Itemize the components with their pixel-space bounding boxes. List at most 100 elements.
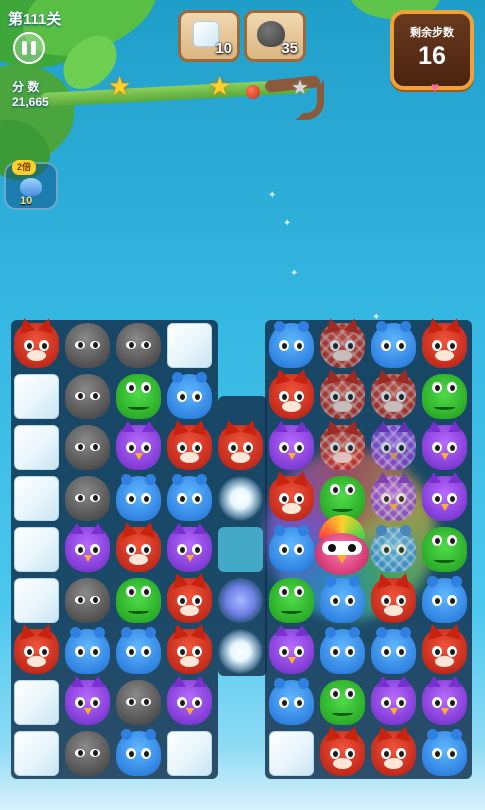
star-empty-icon: ★ bbox=[291, 77, 309, 99]
booster-count: 10 bbox=[20, 195, 33, 207]
goal-count: 35 bbox=[281, 40, 298, 57]
pause-icon-bar bbox=[31, 41, 36, 55]
pause-button[interactable] bbox=[13, 32, 45, 64]
blue-blob-piece[interactable] bbox=[62, 626, 113, 677]
bird-mask bbox=[322, 541, 362, 555]
blue-blob-piece[interactable] bbox=[164, 473, 215, 524]
green-frog-piece[interactable] bbox=[317, 677, 368, 728]
ice-block[interactable] bbox=[11, 473, 62, 524]
blue-blob-piece[interactable] bbox=[113, 473, 164, 524]
red-fox-piece[interactable] bbox=[368, 724, 419, 779]
red-fox-piece[interactable] bbox=[164, 418, 215, 473]
blue-blob-piece[interactable] bbox=[419, 728, 470, 779]
caged-red-fox-piece[interactable] bbox=[317, 418, 368, 473]
caged-purple-owl-piece[interactable] bbox=[368, 472, 419, 524]
gray-furball-piece[interactable] bbox=[62, 422, 113, 473]
sparkle-decoration: ✦ bbox=[283, 218, 292, 229]
goal-count: 10 bbox=[215, 40, 232, 57]
score-progress-marker bbox=[246, 85, 260, 99]
caged-purple-owl-piece[interactable] bbox=[368, 421, 419, 473]
gray-furball-piece[interactable] bbox=[62, 371, 113, 422]
gray-furball-piece[interactable] bbox=[62, 473, 113, 524]
pause-icon-bar bbox=[22, 41, 27, 55]
bird-beak bbox=[337, 555, 347, 564]
empty-cell[interactable] bbox=[215, 524, 266, 575]
score-label: 分 数 bbox=[12, 80, 40, 94]
red-fox-piece[interactable] bbox=[11, 316, 62, 371]
blue-dandelion-puff[interactable] bbox=[215, 575, 266, 626]
red-fox-piece[interactable] bbox=[11, 622, 62, 677]
ice-block[interactable] bbox=[11, 575, 62, 626]
purple-owl-piece[interactable] bbox=[419, 421, 470, 473]
sparkle-decoration: ✦ bbox=[268, 190, 277, 201]
ice-block[interactable] bbox=[11, 371, 62, 422]
gray-furball-piece[interactable] bbox=[113, 677, 164, 728]
blue-blob-piece[interactable] bbox=[419, 575, 470, 626]
green-frog-piece[interactable] bbox=[113, 371, 164, 422]
green-frog-piece[interactable] bbox=[266, 575, 317, 626]
dandelion-puff[interactable] bbox=[215, 473, 266, 524]
purple-owl-piece[interactable] bbox=[62, 523, 113, 575]
purple-owl-piece[interactable] bbox=[62, 676, 113, 728]
goal-ice-block: 10 bbox=[178, 10, 240, 62]
blue-blob-piece[interactable] bbox=[266, 320, 317, 371]
purple-owl-piece[interactable] bbox=[164, 676, 215, 728]
moves-remaining-panel: 剩余步数 16 ♥ bbox=[390, 10, 474, 94]
blue-blob-piece[interactable] bbox=[266, 677, 317, 728]
blue-blob-piece[interactable] bbox=[266, 524, 317, 575]
caged-red-fox-piece[interactable] bbox=[368, 367, 419, 422]
blue-blob-piece[interactable] bbox=[317, 575, 368, 626]
caged-blue-blob-piece[interactable] bbox=[368, 524, 419, 575]
ice-block[interactable] bbox=[11, 524, 62, 575]
blue-blob-piece[interactable] bbox=[113, 626, 164, 677]
ice-block[interactable] bbox=[11, 422, 62, 473]
heart-icon: ♥ bbox=[430, 79, 440, 95]
green-frog-piece[interactable] bbox=[419, 524, 470, 575]
blue-blob-piece[interactable] bbox=[368, 626, 419, 677]
red-fox-piece[interactable] bbox=[317, 724, 368, 779]
ice-block[interactable] bbox=[164, 320, 215, 371]
gray-furball-piece[interactable] bbox=[62, 320, 113, 371]
game-board bbox=[11, 316, 472, 779]
purple-owl-piece[interactable] bbox=[419, 676, 470, 728]
blue-blob-piece[interactable] bbox=[368, 320, 419, 371]
purple-owl-piece[interactable] bbox=[368, 676, 419, 728]
red-fox-piece[interactable] bbox=[266, 367, 317, 422]
purple-owl-piece[interactable] bbox=[266, 625, 317, 677]
purple-owl-piece[interactable] bbox=[266, 421, 317, 473]
green-frog-piece[interactable] bbox=[113, 575, 164, 626]
red-fox-piece[interactable] bbox=[419, 316, 470, 371]
booster-multiplier-badge: 2倍 bbox=[12, 160, 37, 175]
star-filled-icon: ★ bbox=[108, 71, 132, 101]
goal-furball: 35 bbox=[244, 10, 306, 62]
purple-owl-piece[interactable] bbox=[113, 421, 164, 473]
ice-block[interactable] bbox=[11, 677, 62, 728]
sparkle-decoration: ✦ bbox=[290, 268, 299, 279]
ice-block[interactable] bbox=[164, 728, 215, 779]
purple-owl-piece[interactable] bbox=[419, 472, 470, 524]
ice-block[interactable] bbox=[11, 728, 62, 779]
red-fox-piece[interactable] bbox=[164, 622, 215, 677]
blue-blob-piece[interactable] bbox=[164, 371, 215, 422]
gray-furball-piece[interactable] bbox=[62, 728, 113, 779]
red-fox-piece[interactable] bbox=[215, 418, 266, 473]
gray-furball-piece[interactable] bbox=[113, 320, 164, 371]
blue-blob-piece[interactable] bbox=[317, 626, 368, 677]
red-fox-piece[interactable] bbox=[368, 571, 419, 626]
red-fox-piece[interactable] bbox=[113, 520, 164, 575]
booster-button[interactable]: 2倍 10 bbox=[4, 160, 58, 210]
red-fox-piece[interactable] bbox=[419, 622, 470, 677]
red-fox-piece[interactable] bbox=[266, 469, 317, 524]
dandelion-puff[interactable] bbox=[215, 626, 266, 677]
caged-red-fox-piece[interactable] bbox=[317, 316, 368, 371]
caged-red-fox-piece[interactable] bbox=[317, 367, 368, 422]
purple-owl-piece[interactable] bbox=[164, 523, 215, 575]
gray-furball-piece[interactable] bbox=[62, 575, 113, 626]
red-fox-piece[interactable] bbox=[164, 571, 215, 626]
rainbow-bird-special[interactable] bbox=[311, 515, 373, 577]
level-title: 第111关 bbox=[8, 11, 62, 28]
green-frog-piece[interactable] bbox=[419, 371, 470, 422]
blue-creature-icon bbox=[20, 178, 42, 196]
blue-blob-piece[interactable] bbox=[113, 728, 164, 779]
ice-block[interactable] bbox=[266, 728, 317, 779]
